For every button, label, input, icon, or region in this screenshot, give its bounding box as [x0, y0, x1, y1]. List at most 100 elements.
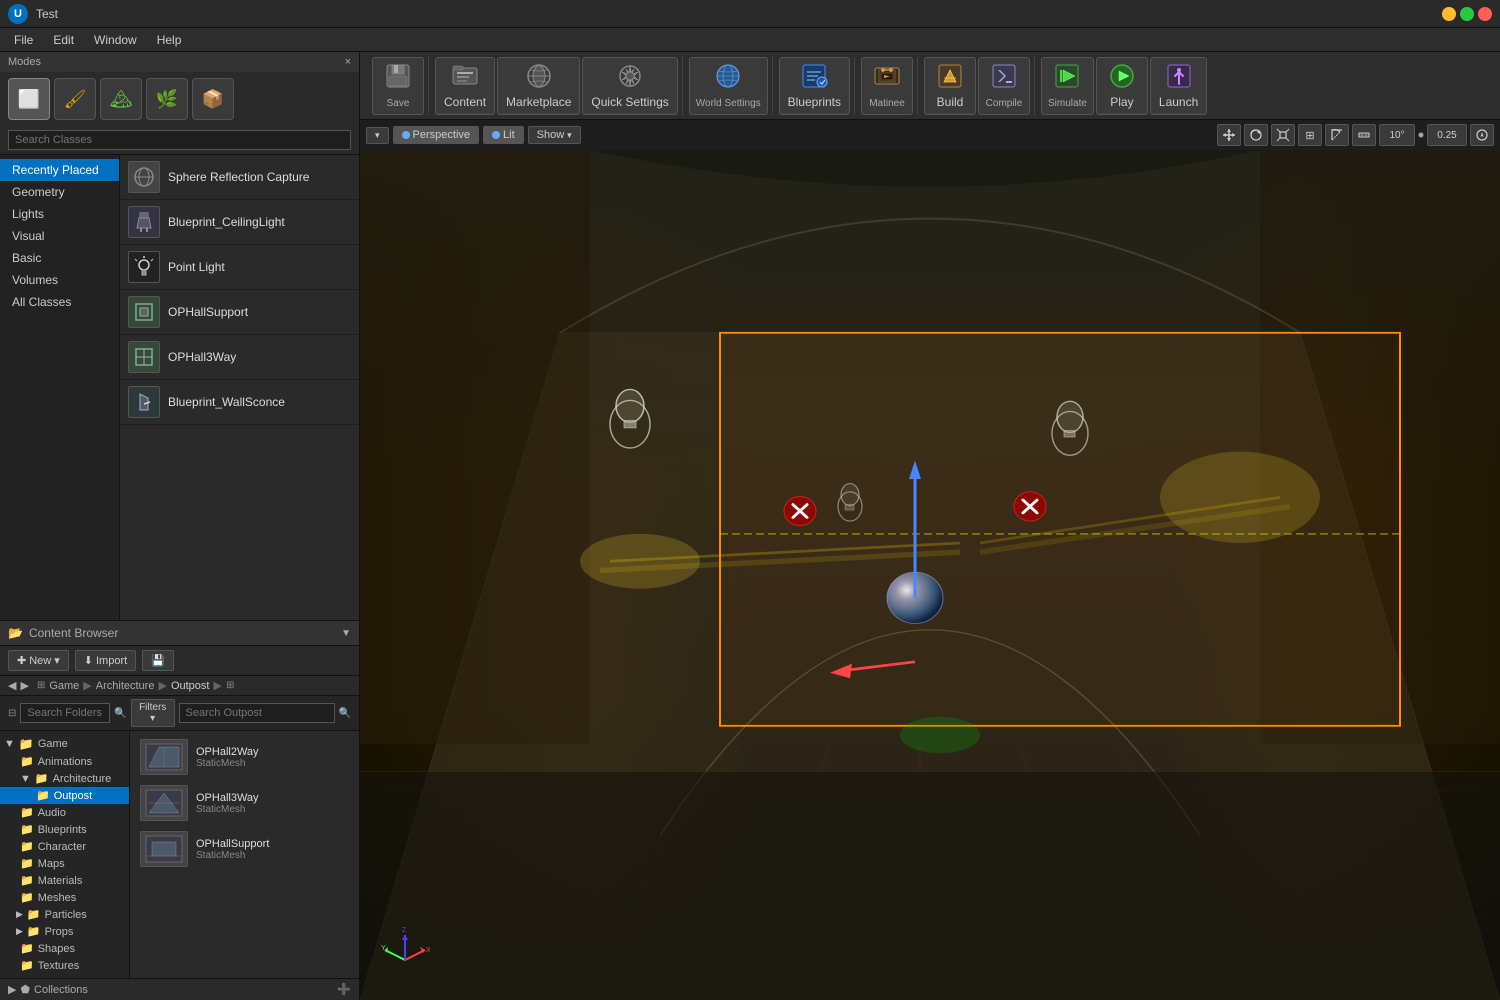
menu-file[interactable]: File — [4, 31, 43, 49]
mode-foliage-button[interactable]: 🌿 — [146, 78, 188, 120]
tree-character[interactable]: 📁 Character — [0, 838, 129, 855]
world-settings-button[interactable]: World Settings — [689, 57, 768, 115]
camera-speed-button[interactable] — [1470, 124, 1494, 146]
grid-size-input[interactable]: 10° — [1379, 124, 1415, 146]
collections-expand-icon[interactable]: ▶ — [8, 983, 16, 996]
toolbar-group-matinee: Matinee — [857, 57, 918, 115]
collections-add-icon[interactable]: ➕ — [337, 983, 351, 996]
scale-value-display[interactable]: 0.25 — [1427, 124, 1467, 146]
placement-sphere-reflection[interactable]: Sphere Reflection Capture — [120, 155, 359, 200]
forward-button[interactable]: ▶ — [20, 679, 28, 692]
menu-window[interactable]: Window — [84, 31, 147, 49]
tree-architecture[interactable]: ▼ 📁 Architecture — [0, 770, 129, 787]
placement-wall-sconce[interactable]: Blueprint_WallSconce — [120, 380, 359, 425]
matinee-icon — [873, 62, 901, 96]
launch-dropdown-arrow[interactable]: ▾ — [1151, 113, 1206, 115]
tree-meshes[interactable]: 📁 Meshes — [0, 889, 129, 906]
save-content-button[interactable]: 💾 — [142, 650, 174, 671]
build-dropdown-arrow[interactable]: ▾ — [925, 113, 975, 115]
lit-button[interactable]: Lit — [483, 126, 524, 144]
close-button[interactable] — [1478, 7, 1492, 21]
tree-props[interactable]: ▶ 📁 Props — [0, 923, 129, 940]
mode-landscape-button[interactable]: 🏔 — [100, 78, 142, 120]
compile-button[interactable]: Compile — [978, 57, 1030, 115]
category-all-classes[interactable]: All Classes — [0, 291, 119, 313]
minimize-button[interactable] — [1442, 7, 1456, 21]
category-basic[interactable]: Basic — [0, 247, 119, 269]
menu-edit[interactable]: Edit — [43, 31, 84, 49]
play-button[interactable]: Play ▾ — [1096, 57, 1148, 115]
category-visual[interactable]: Visual — [0, 225, 119, 247]
mode-geometry-button[interactable]: 📦 — [192, 78, 234, 120]
content-dropdown-arrow[interactable]: ▾ — [436, 113, 494, 115]
category-geometry[interactable]: Geometry — [0, 181, 119, 203]
snap-grid-button[interactable]: ⊞ — [1298, 124, 1322, 146]
tree-shapes[interactable]: 📁 Shapes — [0, 940, 129, 957]
tree-particles[interactable]: ▶ 📁 Particles — [0, 906, 129, 923]
placement-ophall3way[interactable]: OPHall3Way — [120, 335, 359, 380]
search-outpost-icon: 🔍 — [339, 708, 351, 719]
search-folders-input[interactable] — [20, 703, 110, 723]
folder-search-icon: ⊟ — [8, 708, 16, 719]
new-button[interactable]: ✚ New ▾ — [8, 650, 69, 671]
marketplace-button[interactable]: Marketplace ▾ — [497, 57, 580, 115]
build-button[interactable]: Build ▾ — [924, 57, 976, 115]
scale-tool-button[interactable] — [1271, 124, 1295, 146]
play-dropdown-arrow[interactable]: ▾ — [1097, 113, 1147, 115]
quick-settings-label: Quick Settings — [591, 95, 668, 109]
mode-paint-button[interactable]: 🖌 — [54, 78, 96, 120]
viewport-perspective-dropdown[interactable]: ▾ — [366, 127, 389, 144]
breadcrumb-game[interactable]: Game — [49, 680, 79, 692]
tree-textures[interactable]: 📁 Textures — [0, 957, 129, 974]
category-recently-placed[interactable]: Recently Placed — [0, 159, 119, 181]
modes-close-icon[interactable]: × — [345, 56, 351, 68]
category-lights[interactable]: Lights — [0, 203, 119, 225]
asset-ophallsupport[interactable]: OPHallSupport StaticMesh — [134, 827, 355, 871]
tree-animations[interactable]: 📁 Animations — [0, 753, 129, 770]
animations-label: Animations — [38, 756, 92, 768]
cb-collapse-icon[interactable]: ▼ — [341, 628, 351, 639]
import-button[interactable]: ⬇ Import — [75, 650, 136, 671]
launch-button[interactable]: Launch ▾ — [1150, 57, 1207, 115]
breadcrumb-architecture[interactable]: Architecture — [96, 680, 155, 692]
quick-settings-icon — [616, 62, 644, 93]
tree-outpost[interactable]: 📁 Outpost — [0, 787, 129, 804]
back-button[interactable]: ◀ — [8, 679, 16, 692]
tree-maps[interactable]: 📁 Maps — [0, 855, 129, 872]
content-button[interactable]: Content ▾ — [435, 57, 495, 115]
quick-settings-button[interactable]: Quick Settings ▾ — [582, 57, 677, 115]
snap-toggle-button[interactable] — [1352, 124, 1376, 146]
perspective-button[interactable]: Perspective — [393, 126, 479, 144]
tree-audio[interactable]: 📁 Audio — [0, 804, 129, 821]
asset-ophall3way[interactable]: OPHall3Way StaticMesh — [134, 781, 355, 825]
search-outpost-input[interactable] — [179, 703, 335, 723]
placement-ophall-support[interactable]: OPHallSupport — [120, 290, 359, 335]
blueprints-dropdown-arrow[interactable]: ▾ — [780, 113, 849, 115]
tree-materials[interactable]: 📁 Materials — [0, 872, 129, 889]
show-button[interactable]: Show ▾ — [528, 126, 581, 144]
tree-game[interactable]: ▼ 📁 Game — [0, 735, 129, 753]
tree-blueprints[interactable]: 📁 Blueprints — [0, 821, 129, 838]
new-dropdown-icon: ▾ — [54, 654, 60, 667]
placement-point-light[interactable]: Point Light — [120, 245, 359, 290]
mode-place-button[interactable]: ⬜ — [8, 78, 50, 120]
category-volumes[interactable]: Volumes — [0, 269, 119, 291]
filters-button[interactable]: Filters ▾ — [131, 699, 175, 727]
matinee-button[interactable]: Matinee — [861, 57, 913, 115]
breadcrumb-outpost[interactable]: Outpost — [171, 680, 210, 692]
marketplace-dropdown-arrow[interactable]: ▾ — [498, 113, 579, 115]
viewport[interactable]: ▾ Perspective Lit Show ▾ — [360, 120, 1500, 1000]
quick-settings-dropdown-arrow[interactable]: ▾ — [583, 113, 676, 115]
asset-ophall2way[interactable]: OPHall2Way StaticMesh — [134, 735, 355, 779]
snap-angle-button[interactable] — [1325, 124, 1349, 146]
menu-help[interactable]: Help — [147, 31, 192, 49]
placement-ceiling-light[interactable]: Blueprint_CeilingLight — [120, 200, 359, 245]
search-classes-input[interactable] — [8, 130, 351, 150]
textures-folder-icon: 📁 — [20, 959, 34, 972]
simulate-button[interactable]: Simulate — [1041, 57, 1094, 115]
maximize-button[interactable] — [1460, 7, 1474, 21]
translate-tool-button[interactable] — [1217, 124, 1241, 146]
blueprints-button[interactable]: Blueprints ▾ — [779, 57, 850, 115]
rotate-tool-button[interactable] — [1244, 124, 1268, 146]
save-button[interactable]: Save — [372, 57, 424, 115]
